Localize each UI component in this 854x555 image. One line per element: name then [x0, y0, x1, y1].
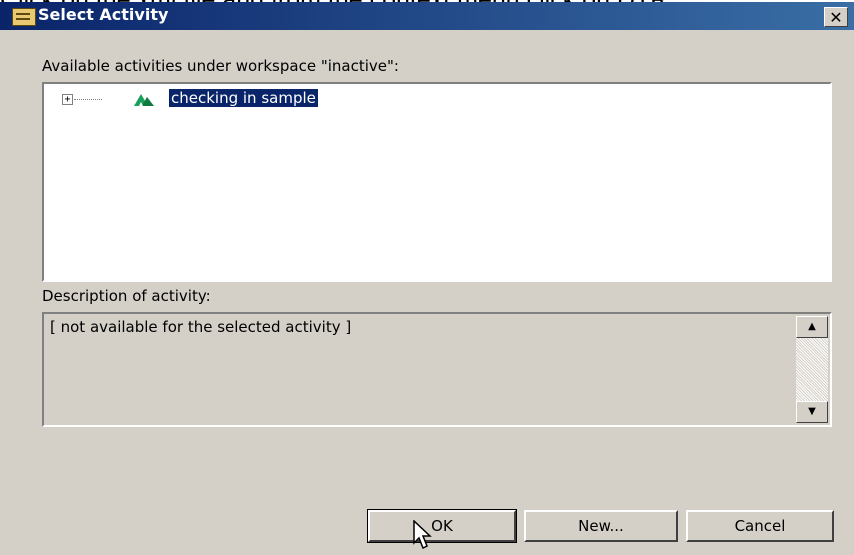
close-button[interactable]: ✕	[824, 7, 848, 27]
tree-connector	[74, 99, 102, 100]
title-bar[interactable]: Select Activity ✕	[0, 2, 854, 30]
description-text: [ not available for the selected activit…	[50, 318, 352, 336]
description-scrollbar[interactable]: ▲ ▼	[796, 316, 828, 423]
mouse-pointer-icon	[413, 520, 432, 550]
select-activity-dialog: Select Activity ✕ Available activities u…	[0, 2, 854, 555]
activity-icon	[134, 94, 154, 106]
dialog-title: Select Activity	[38, 5, 169, 24]
scroll-down-button[interactable]: ▼	[796, 401, 828, 423]
activity-tree[interactable]: + checking in sample	[42, 82, 832, 282]
ok-button[interactable]: OK	[367, 509, 517, 543]
description-box: [ not available for the selected activit…	[42, 312, 832, 427]
activities-label: Available activities under workspace "in…	[42, 57, 399, 75]
expand-plus-icon[interactable]: +	[62, 94, 73, 105]
description-label: Description of activity:	[42, 287, 211, 305]
scroll-up-button[interactable]: ▲	[796, 316, 828, 338]
activity-app-icon	[12, 8, 36, 26]
cancel-button[interactable]: Cancel	[686, 510, 834, 542]
tree-item-label[interactable]: checking in sample	[168, 88, 319, 108]
new-button[interactable]: New...	[524, 510, 678, 542]
